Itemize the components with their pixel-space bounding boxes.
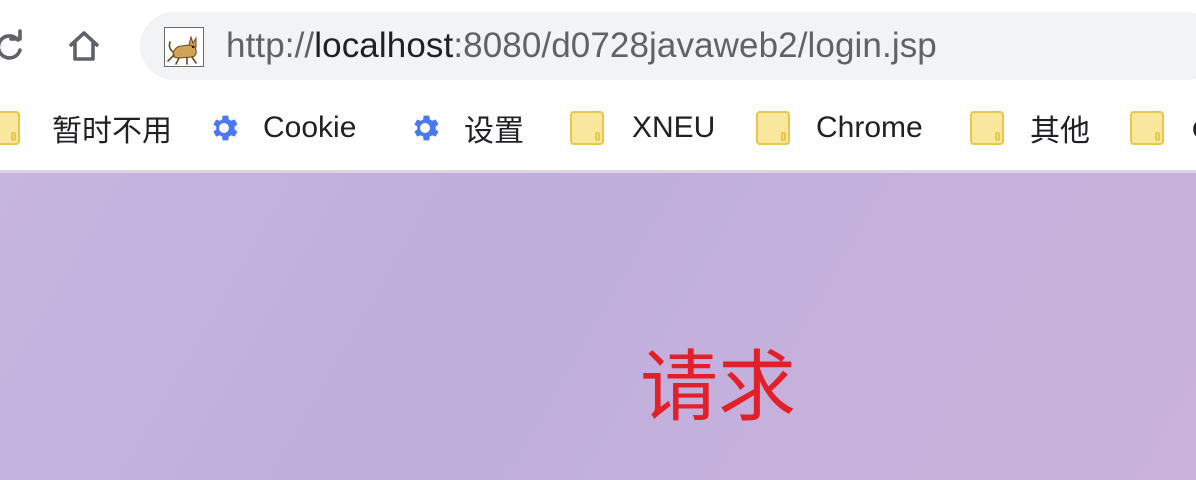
bookmark-settings[interactable]: 设置 <box>408 92 524 164</box>
folder-icon <box>1130 111 1164 145</box>
home-icon <box>69 31 99 61</box>
bookmark-label: Chrome <box>816 111 923 144</box>
folder-icon <box>570 111 604 145</box>
page-content: 请求 <box>0 173 1196 480</box>
url-text[interactable]: http://localhost:8080/d0728javaweb2/logi… <box>226 26 937 66</box>
gear-icon <box>414 115 439 141</box>
bookmark-cookie[interactable]: Cookie <box>207 92 356 164</box>
bookmarks-bar: 暂时不用 Cookie 设置 XNEU Chrome 其他 <box>0 92 1196 170</box>
browser-toolbar: http://localhost:8080/d0728javaweb2/logi… <box>0 0 1196 92</box>
bookmark-label: c <box>1192 111 1196 145</box>
bookmark-folder-qita[interactable]: 其他 <box>970 92 1090 164</box>
folder-icon <box>0 111 20 145</box>
bookmark-folder-xneu[interactable]: XNEU <box>570 92 715 164</box>
url-prefix: http:// <box>226 26 315 65</box>
bookmark-label: 其他 <box>1030 115 1090 148</box>
reload-icon <box>0 29 22 60</box>
folder-icon <box>970 111 1004 145</box>
bookmark-label: Cookie <box>263 111 357 144</box>
gear-icon <box>213 115 238 141</box>
folder-icon <box>756 111 790 145</box>
bookmark-folder-zanshibuyong[interactable]: 暂时不用 <box>0 92 172 164</box>
bookmark-folder-c[interactable]: c <box>1130 92 1196 164</box>
page-heading: 请求 <box>640 343 797 433</box>
url-path: :8080/d0728javaweb2/login.jsp <box>453 26 937 65</box>
bookmark-label: 暂时不用 <box>52 115 172 148</box>
address-bar[interactable]: http://localhost:8080/d0728javaweb2/logi… <box>140 12 1196 80</box>
url-host: localhost <box>314 26 454 65</box>
home-button[interactable] <box>60 22 108 70</box>
reload-button[interactable] <box>0 22 34 70</box>
bookmark-folder-chrome[interactable]: Chrome <box>756 92 923 164</box>
bookmark-label: XNEU <box>632 111 716 144</box>
bookmark-label: 设置 <box>464 115 524 148</box>
tomcat-icon <box>164 27 204 67</box>
browser-window: http://localhost:8080/d0728javaweb2/logi… <box>0 0 1196 480</box>
